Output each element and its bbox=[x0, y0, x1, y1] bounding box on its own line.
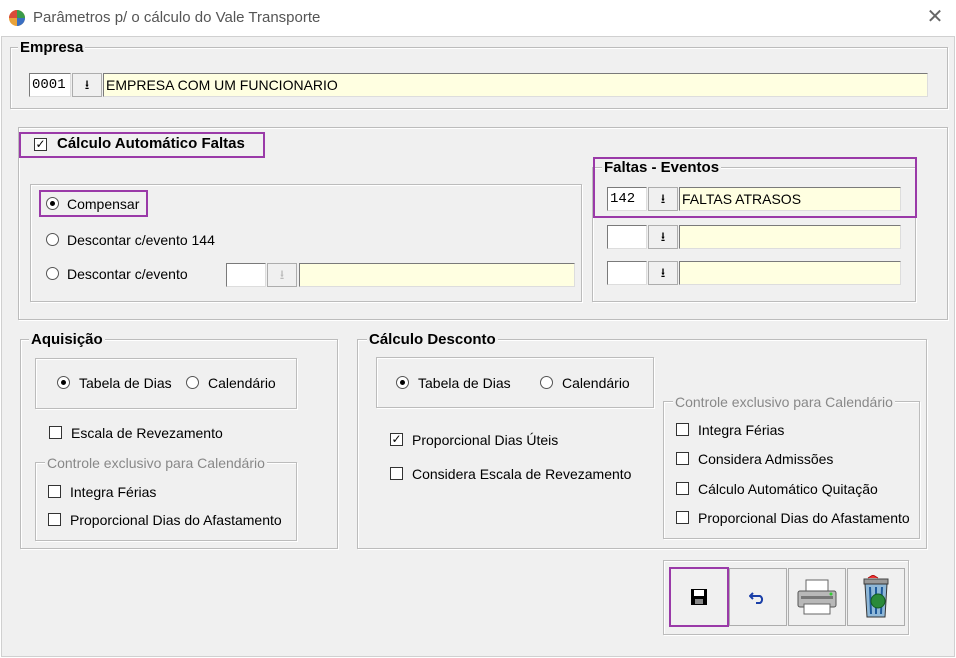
aquisicao-integra-ferias-label: Integra Férias bbox=[70, 484, 157, 500]
aquisicao-proporcional-checkbox[interactable] bbox=[48, 513, 61, 526]
calculo-quitacao-label: Cálculo Automático Quitação bbox=[698, 481, 878, 497]
undo-icon bbox=[749, 592, 764, 604]
considera-admissoes-label: Considera Admissões bbox=[698, 451, 834, 467]
desconto-tabela-radio[interactable] bbox=[396, 376, 409, 389]
download-icon: ⭳ bbox=[660, 265, 666, 280]
aquisicao-calendario-label: Calendário bbox=[208, 375, 276, 391]
descontar-evento-name-field bbox=[299, 263, 575, 287]
considera-escala-checkbox[interactable] bbox=[390, 467, 403, 480]
app-icon bbox=[9, 10, 25, 26]
considera-escala-label: Considera Escala de Revezamento bbox=[412, 466, 632, 482]
highlight-compensar bbox=[39, 190, 148, 217]
window-title: Parâmetros p/ o cálculo do Vale Transpor… bbox=[33, 9, 321, 26]
considera-admissoes-checkbox[interactable] bbox=[676, 452, 689, 465]
download-icon: ⭳ bbox=[84, 77, 90, 92]
evento-3-lookup-button[interactable]: ⭳ bbox=[648, 261, 678, 285]
evento-1-lookup-button[interactable]: ⭳ bbox=[648, 187, 678, 211]
printer-icon bbox=[797, 579, 837, 615]
descontar-evento-label: Descontar c/evento bbox=[67, 266, 188, 282]
descontar-144-radio[interactable] bbox=[46, 233, 59, 246]
aquisicao-escala-checkbox[interactable] bbox=[49, 426, 62, 439]
calculo-quitacao-checkbox[interactable] bbox=[676, 482, 689, 495]
desconto-integra-ferias-checkbox[interactable] bbox=[676, 423, 689, 436]
aquisicao-sub-legend: Controle exclusivo para Calendário bbox=[45, 455, 267, 471]
descontar-evento-code-input[interactable] bbox=[226, 263, 266, 287]
evento-3-name-field bbox=[679, 261, 901, 285]
aquisicao-escala-label: Escala de Revezamento bbox=[71, 425, 223, 441]
evento-1-code-input[interactable]: 142 bbox=[607, 187, 647, 211]
desconto-proporcional-afastamento-checkbox[interactable] bbox=[676, 511, 689, 524]
evento-2-name-field bbox=[679, 225, 901, 249]
highlight-save bbox=[669, 567, 729, 627]
evento-2-lookup-button[interactable]: ⭳ bbox=[648, 225, 678, 249]
aquisicao-calendario-radio[interactable] bbox=[186, 376, 199, 389]
aquisicao-proporcional-label: Proporcional Dias do Afastamento bbox=[70, 512, 282, 528]
aquisicao-tabela-radio[interactable] bbox=[57, 376, 70, 389]
evento-3-code-input[interactable] bbox=[607, 261, 647, 285]
empresa-code-input[interactable]: 0001 bbox=[29, 73, 71, 97]
proporcional-uteis-checkbox[interactable]: ✓ bbox=[390, 433, 403, 446]
download-icon: ⭳ bbox=[279, 267, 285, 282]
descontar-evento-radio[interactable] bbox=[46, 267, 59, 280]
aquisicao-calendario-box bbox=[35, 462, 297, 541]
print-button[interactable] bbox=[788, 568, 846, 626]
proporcional-uteis-label: Proporcional Dias Úteis bbox=[412, 432, 559, 448]
aquisicao-legend: Aquisição bbox=[29, 331, 105, 348]
desconto-calendario-label: Calendário bbox=[562, 375, 630, 391]
desconto-proporcional-afastamento-label: Proporcional Dias do Afastamento bbox=[698, 510, 910, 526]
recycle-bin-icon bbox=[863, 575, 889, 618]
undo-button[interactable] bbox=[729, 568, 787, 626]
download-icon: ⭳ bbox=[660, 191, 666, 206]
descontar-evento-lookup-button[interactable]: ⭳ bbox=[267, 263, 297, 287]
title-bar: Parâmetros p/ o cálculo do Vale Transpor… bbox=[0, 0, 956, 36]
download-icon: ⭳ bbox=[660, 229, 666, 244]
empresa-lookup-button[interactable]: ⭳ bbox=[72, 73, 102, 97]
desconto-calendario-radio[interactable] bbox=[540, 376, 553, 389]
empresa-name-field: EMPRESA COM UM FUNCIONARIO bbox=[103, 73, 928, 97]
evento-2-code-input[interactable] bbox=[607, 225, 647, 249]
desconto-sub-legend: Controle exclusivo para Calendário bbox=[673, 394, 895, 410]
aquisicao-integra-ferias-checkbox[interactable] bbox=[48, 485, 61, 498]
desconto-tabela-label: Tabela de Dias bbox=[418, 375, 511, 391]
calculo-desconto-legend: Cálculo Desconto bbox=[367, 331, 498, 348]
close-icon[interactable]: ✕ bbox=[924, 6, 946, 28]
highlight-calculo-faltas bbox=[19, 132, 265, 158]
aquisicao-tabela-label: Tabela de Dias bbox=[79, 375, 172, 391]
delete-button[interactable] bbox=[847, 568, 905, 626]
empresa-legend: Empresa bbox=[18, 39, 86, 56]
descontar-144-label: Descontar c/evento 144 bbox=[67, 232, 215, 248]
desconto-integra-ferias-label: Integra Férias bbox=[698, 422, 785, 438]
evento-1-name-field: FALTAS ATRASOS bbox=[679, 187, 901, 211]
